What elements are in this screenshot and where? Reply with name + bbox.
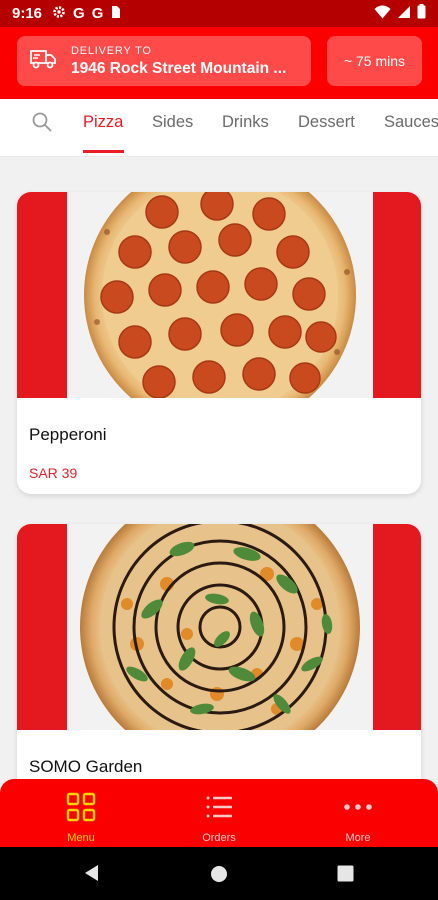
- system-icons: [374, 4, 426, 23]
- tab-dessert[interactable]: Dessert: [298, 113, 355, 132]
- app-header: DELIVERY TO 1946 Rock Street Mountain ..…: [0, 27, 438, 99]
- nav-menu[interactable]: Menu: [31, 791, 131, 844]
- nav-more-label: More: [345, 832, 371, 844]
- google-icon: G: [73, 5, 85, 22]
- tab-sides[interactable]: Sides: [152, 113, 193, 132]
- list-icon: [203, 796, 235, 827]
- delivery-label: DELIVERY TO: [71, 44, 152, 57]
- battery-icon: [417, 4, 426, 23]
- grid-icon: [65, 792, 97, 827]
- bottom-navigation: Menu Orders More: [0, 779, 438, 847]
- tab-pizza[interactable]: Pizza: [83, 113, 123, 132]
- home-icon[interactable]: [209, 864, 229, 889]
- tab-drinks[interactable]: Drinks: [222, 113, 269, 132]
- tab-sauces[interactable]: Sauces: [384, 113, 438, 132]
- system-navigation-bar: [0, 847, 438, 900]
- notification-icons: G G: [52, 5, 121, 23]
- product-price: SAR 39: [29, 465, 78, 481]
- app-screen: 9:16 G G DELIVERY TO 1946 Rock Street Mo…: [0, 0, 438, 900]
- product-card[interactable]: SOMO Garden: [17, 524, 421, 814]
- more-dots-icon: [342, 804, 374, 827]
- delivery-truck-icon: [29, 48, 57, 75]
- nav-more[interactable]: More: [308, 791, 408, 844]
- delivery-address: 1946 Rock Street Mountain ...: [71, 59, 287, 77]
- nav-menu-label: Menu: [67, 832, 95, 844]
- status-bar: 9:16 G G: [0, 0, 438, 27]
- product-name: SOMO Garden: [29, 757, 143, 776]
- settings-icon: [52, 5, 66, 23]
- delivery-eta-badge[interactable]: ~ 75 mins: [327, 36, 422, 86]
- product-image: [17, 192, 421, 398]
- nav-orders[interactable]: Orders: [169, 791, 269, 844]
- search-icon[interactable]: [31, 111, 53, 138]
- recents-icon[interactable]: [337, 865, 354, 887]
- google-icon: G: [91, 5, 104, 22]
- nav-orders-label: Orders: [202, 832, 236, 844]
- clipboard-icon: [110, 5, 121, 23]
- signal-icon: [397, 5, 411, 23]
- active-tab-indicator: [83, 150, 124, 153]
- status-time: 9:16: [12, 5, 43, 22]
- delivery-address-button[interactable]: DELIVERY TO 1946 Rock Street Mountain ..…: [17, 36, 311, 86]
- product-image: [17, 524, 421, 730]
- wifi-icon: [374, 5, 391, 23]
- product-card[interactable]: Pepperoni SAR 39: [17, 192, 421, 494]
- back-icon[interactable]: [82, 863, 102, 888]
- category-tabs: Pizza Sides Drinks Dessert Sauces: [0, 99, 438, 157]
- product-name: Pepperoni: [29, 425, 107, 444]
